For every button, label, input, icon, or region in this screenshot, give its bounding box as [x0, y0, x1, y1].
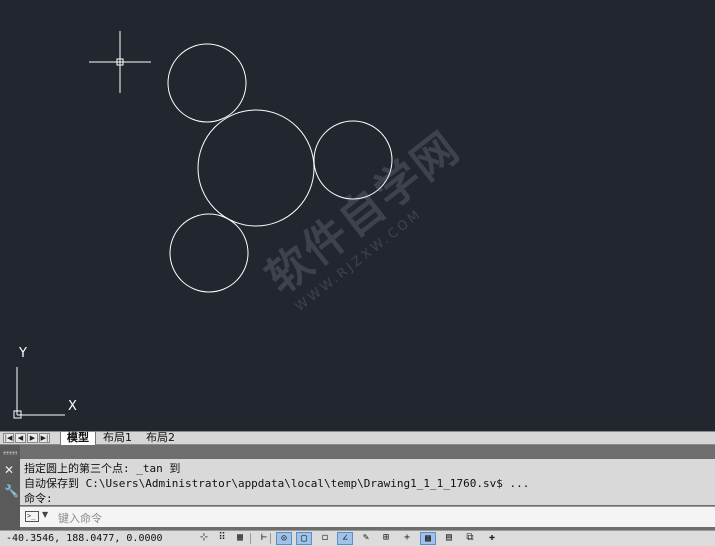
object-snap-icon[interactable]: ▢ — [296, 532, 312, 545]
quick-properties-icon[interactable]: ▤ — [441, 532, 457, 545]
chevron-down-icon[interactable]: ▼ — [42, 510, 48, 519]
grip-handle-icon[interactable] — [3, 451, 17, 455]
dynamic-input-icon[interactable]: ⊞ — [378, 532, 394, 545]
drawing-circle-top-left[interactable] — [167, 43, 247, 123]
drawing-canvas[interactable]: Y X 软件自学网 WWW.RJZXW.COM — [0, 0, 715, 431]
tab-layout1[interactable]: 布局1 — [97, 432, 138, 445]
history-line: 命令: — [24, 492, 53, 505]
object-snap-tracking-icon[interactable]: ∠ — [337, 532, 353, 545]
history-line: 指定圆上的第三个点: _tan 到 — [24, 462, 181, 475]
tab-model[interactable]: 模型 — [60, 432, 96, 445]
crosshair-cursor — [89, 31, 151, 93]
ucs-icon — [13, 367, 65, 419]
command-prompt-icon[interactable]: >_ — [25, 511, 39, 522]
status-bar: -40.3546, 188.0477, 0.0000 ⊹ ⠿ ▦ ⊢ ⊙ ▢ ◻ ∠ ✎ ⊞ + ▩ ▤… — [0, 530, 715, 546]
command-input[interactable] — [56, 509, 700, 527]
annotation-monitor-icon[interactable]: ✚ — [484, 532, 500, 545]
status-separator — [270, 533, 271, 544]
tab-layout2[interactable]: 布局2 — [140, 432, 181, 445]
polar-tracking-icon[interactable]: ⊙ — [276, 532, 292, 545]
layout-tab-bar: |◀ ◀ ▶ ▶| 模型 布局1 布局2 — [0, 431, 715, 445]
close-icon[interactable]: ✕ — [4, 464, 14, 476]
prev-icon[interactable]: ◀ — [15, 433, 26, 443]
drawing-circle-center[interactable] — [197, 109, 315, 227]
transparency-icon[interactable]: ▩ — [420, 532, 436, 545]
lineweight-icon[interactable]: + — [399, 532, 415, 545]
next-icon[interactable]: ▶ — [27, 433, 38, 443]
selection-cycling-icon[interactable]: ⧉ — [462, 532, 478, 545]
first-icon[interactable]: |◀ — [3, 433, 14, 443]
dynamic-ucs-icon[interactable]: ✎ — [358, 532, 374, 545]
command-input-bar[interactable]: >_ ▼ — [20, 506, 715, 527]
ucs-y-label: Y — [19, 346, 27, 361]
grid-display-icon[interactable]: ▦ — [232, 532, 248, 545]
ucs-x-label: X — [68, 399, 77, 414]
wrench-icon[interactable]: 🔧 — [4, 485, 19, 497]
3d-object-snap-icon[interactable]: ◻ — [317, 532, 333, 545]
command-line-grip[interactable]: ✕ 🔧 — [0, 445, 20, 530]
status-separator — [250, 533, 251, 544]
command-history: 指定圆上的第三个点: _tan 到 自动保存到 C:\Users\Adminis… — [20, 459, 715, 505]
infer-constraints-icon[interactable]: ⊹ — [196, 532, 212, 545]
drawing-circle-bottom-left[interactable] — [169, 213, 249, 293]
snap-mode-icon[interactable]: ⠿ — [214, 532, 230, 545]
last-icon[interactable]: ▶| — [39, 433, 50, 443]
history-line: 自动保存到 C:\Users\Administrator\appdata\loc… — [24, 477, 530, 490]
coordinate-readout[interactable]: -40.3546, 188.0477, 0.0000 — [6, 533, 163, 544]
command-line-window: ✕ 🔧 指定圆上的第三个点: _tan 到 自动保存到 C:\Users\Adm… — [0, 445, 715, 530]
